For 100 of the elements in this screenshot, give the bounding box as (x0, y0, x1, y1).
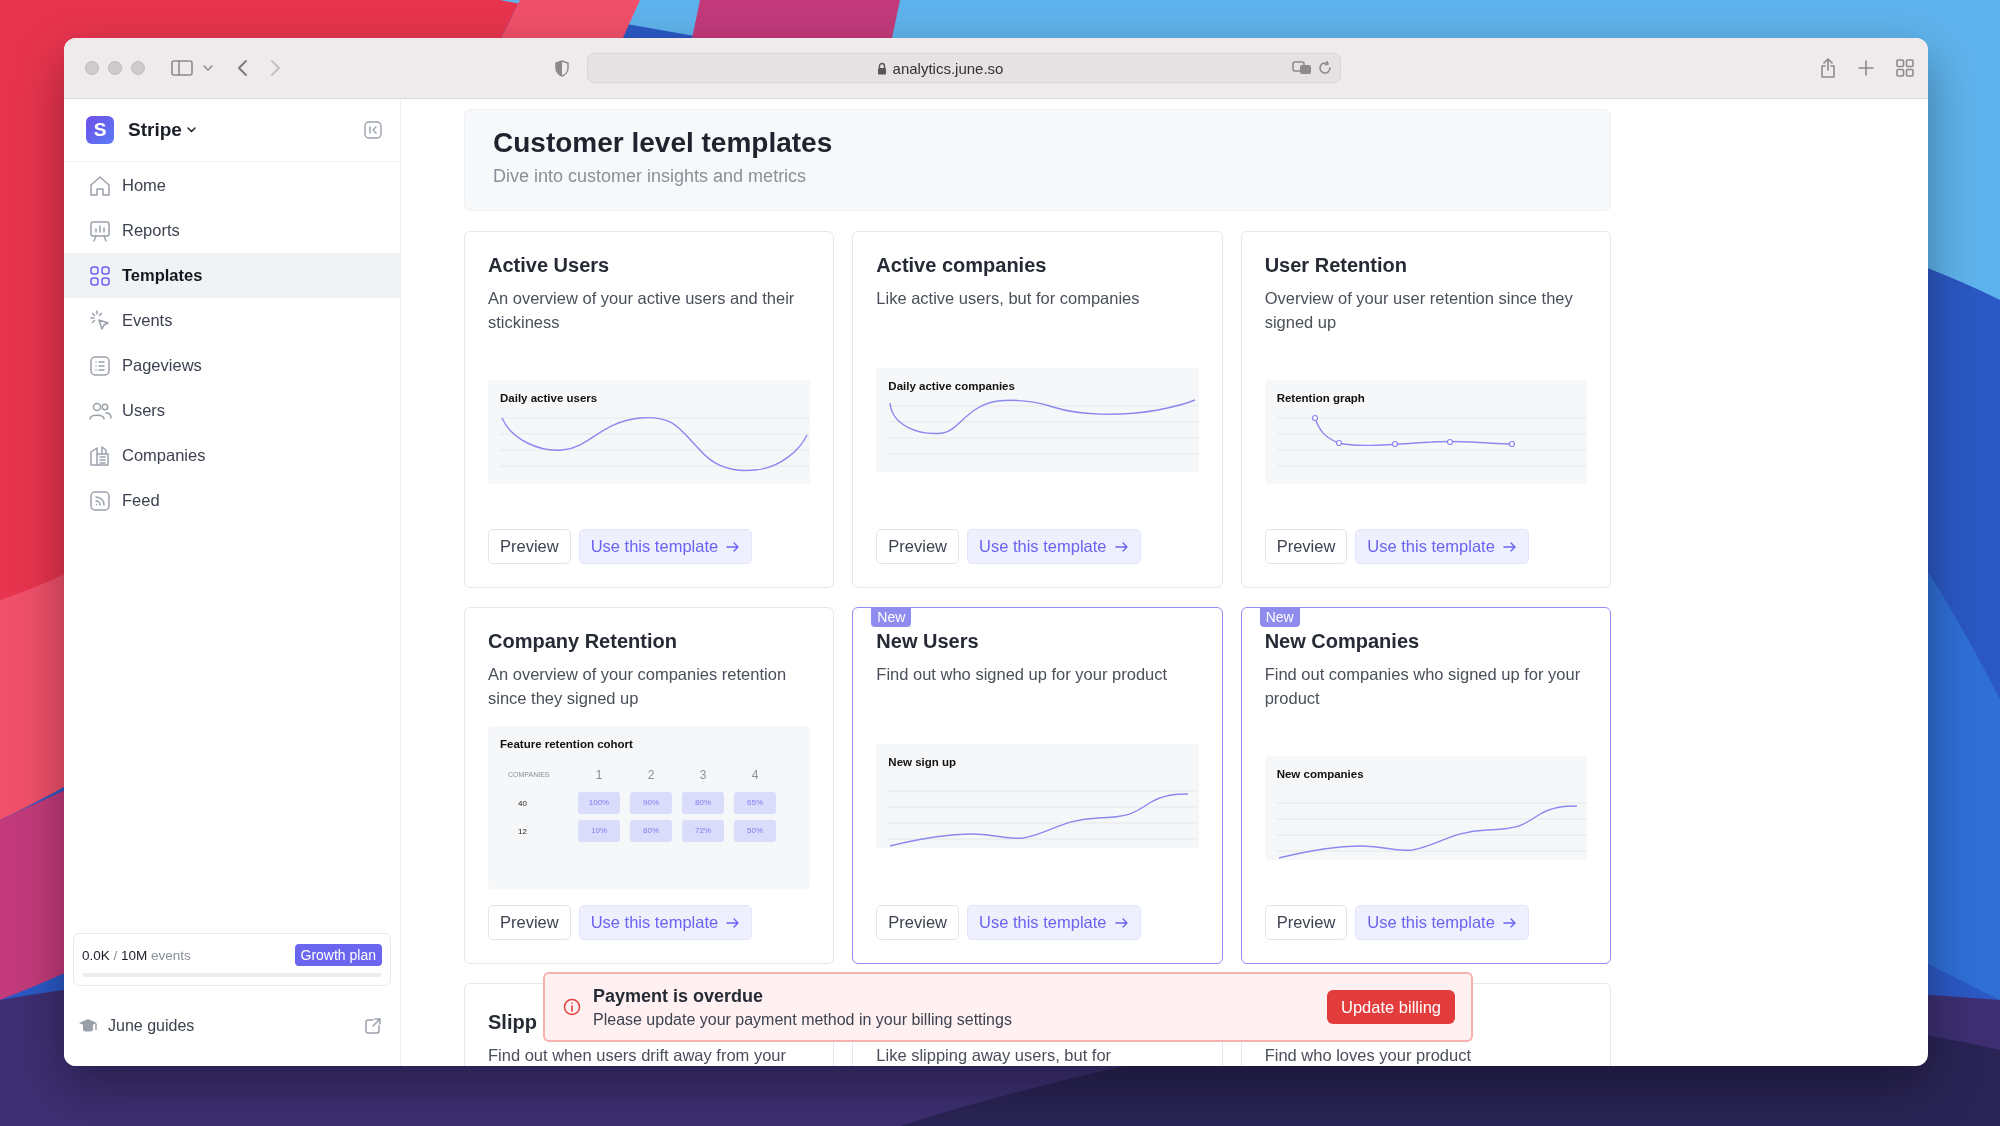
preview-button[interactable]: Preview (488, 529, 571, 564)
row-label: 40 (517, 798, 528, 808)
data-point (1311, 414, 1318, 421)
grid-icon (88, 263, 112, 288)
card-title: Active companies (876, 254, 1047, 278)
nav-item[interactable]: Companies (64, 433, 400, 478)
chart-title: New sign up (888, 755, 958, 768)
translate-icon[interactable] (1292, 61, 1312, 75)
chart-title: Daily active companies (888, 379, 1016, 392)
back-icon[interactable] (237, 60, 247, 76)
nav-item[interactable]: Events (64, 298, 400, 343)
nav-item[interactable]: Reports (64, 208, 400, 253)
use-template-button[interactable]: Use this template (1355, 905, 1529, 940)
tab-overview-icon[interactable] (1896, 59, 1914, 77)
row-label: 12 (517, 826, 528, 836)
nav-item[interactable]: Feed (64, 478, 400, 523)
table-cell: 72% (682, 820, 724, 842)
card-description: Overview of your user retention since they signed up (1264, 288, 1574, 333)
collapse-sidebar-icon[interactable] (364, 121, 382, 139)
use-template-button[interactable]: Use this template (967, 905, 1141, 940)
preview-button[interactable]: Preview (1264, 529, 1348, 564)
card-title: User Retention (1264, 254, 1407, 278)
preview-button[interactable]: Preview (488, 905, 571, 940)
table-cell: 10% (578, 820, 620, 842)
card-title: New Companies (1264, 630, 1420, 654)
url-text: analytics.june.so (892, 59, 1004, 77)
chart-title: Feature retention cohort (500, 738, 634, 750)
info-icon (563, 998, 581, 1016)
chart-title: New companies (1276, 767, 1365, 780)
buildings-icon (88, 443, 112, 468)
card-description: Like active users, but for companies (876, 288, 1141, 309)
table-cell: 65% (734, 792, 776, 814)
arrow-right-icon (726, 541, 741, 552)
lock-icon (876, 61, 887, 75)
arrow-right-icon (1502, 917, 1517, 928)
arrow-right-icon (1114, 541, 1129, 552)
card-description: Find out who signed up for your product (876, 664, 1169, 685)
sidebar-toggle-icon[interactable] (171, 60, 193, 76)
table-cell: 100% (578, 792, 620, 814)
new-badge: New (871, 607, 912, 627)
window-control[interactable] (108, 61, 122, 75)
workspace-logo: S (86, 116, 114, 144)
preview-button[interactable]: Preview (876, 529, 959, 564)
column-header: 2 (646, 767, 656, 784)
data-point (1391, 440, 1398, 447)
update-billing-button[interactable]: Update billing (1327, 990, 1455, 1024)
use-template-button[interactable]: Use this template (1355, 529, 1529, 564)
window-control[interactable] (85, 61, 99, 75)
chevron-down-icon[interactable] (186, 127, 196, 133)
home-icon (88, 173, 112, 198)
use-template-button[interactable]: Use this template (578, 529, 753, 564)
window-control[interactable] (131, 61, 145, 75)
column-header: 1 (594, 767, 604, 784)
share-icon[interactable] (1820, 58, 1836, 78)
workspace-name[interactable]: Stripe (128, 119, 182, 141)
nav-item[interactable]: Pageviews (64, 343, 400, 388)
card-description: Like slipping away users, but for (876, 1045, 1113, 1066)
data-point (1335, 439, 1342, 446)
page-subtitle: Dive into customer insights and metrics (493, 166, 808, 187)
table-cell: 80% (630, 820, 672, 842)
guides-link[interactable]: June guides (108, 1017, 195, 1035)
column-header: 3 (698, 767, 708, 784)
data-point (1508, 440, 1515, 447)
use-template-button[interactable]: Use this template (967, 529, 1141, 564)
chart-title: Retention graph (1276, 391, 1366, 404)
forward-icon[interactable] (271, 60, 281, 76)
use-template-button[interactable]: Use this template (578, 905, 753, 940)
presentation-board-icon (88, 218, 112, 243)
data-point (1446, 438, 1453, 445)
card-description: An overview of your active users and their stickiness (488, 288, 796, 333)
alert-message: Please update your payment method in your billing settings (593, 1010, 1012, 1029)
chart-title: Daily active users (500, 391, 599, 404)
page-title: Customer level templates (493, 127, 834, 159)
card-description: Find out when users drift away from your (488, 1045, 788, 1066)
shield-icon[interactable] (555, 59, 569, 77)
preview-button[interactable]: Preview (876, 905, 959, 940)
card-description: An overview of your companies retention since they signed up (488, 664, 788, 709)
table-cell: 50% (734, 820, 776, 842)
cursor-click-icon (88, 308, 112, 333)
nav-item[interactable]: Templates (64, 253, 400, 298)
table-cell: 80% (682, 792, 724, 814)
column-header: 4 (750, 767, 760, 784)
new-tab-icon[interactable] (1858, 60, 1874, 76)
card-description: Find who loves your product (1264, 1045, 1472, 1066)
nav-item[interactable]: Home (64, 163, 400, 208)
new-badge: New (1259, 607, 1300, 627)
card-description: Find out companies who signed up for your product (1264, 664, 1582, 709)
card-title: Slipp (488, 1011, 537, 1035)
plan-badge[interactable]: Growth plan (294, 944, 382, 966)
arrow-right-icon (1114, 917, 1129, 928)
reload-icon[interactable] (1318, 61, 1332, 75)
card-title: Company Retention (488, 630, 677, 654)
address-bar[interactable]: analytics.june.so (587, 53, 1341, 83)
card-title: New Users (876, 630, 979, 654)
arrow-right-icon (726, 917, 741, 928)
nav-item[interactable]: Users (64, 388, 400, 433)
external-link-icon[interactable] (364, 1017, 382, 1035)
arrow-right-icon (1502, 541, 1517, 552)
preview-button[interactable]: Preview (1264, 905, 1348, 940)
card-title: Active Users (488, 254, 610, 278)
